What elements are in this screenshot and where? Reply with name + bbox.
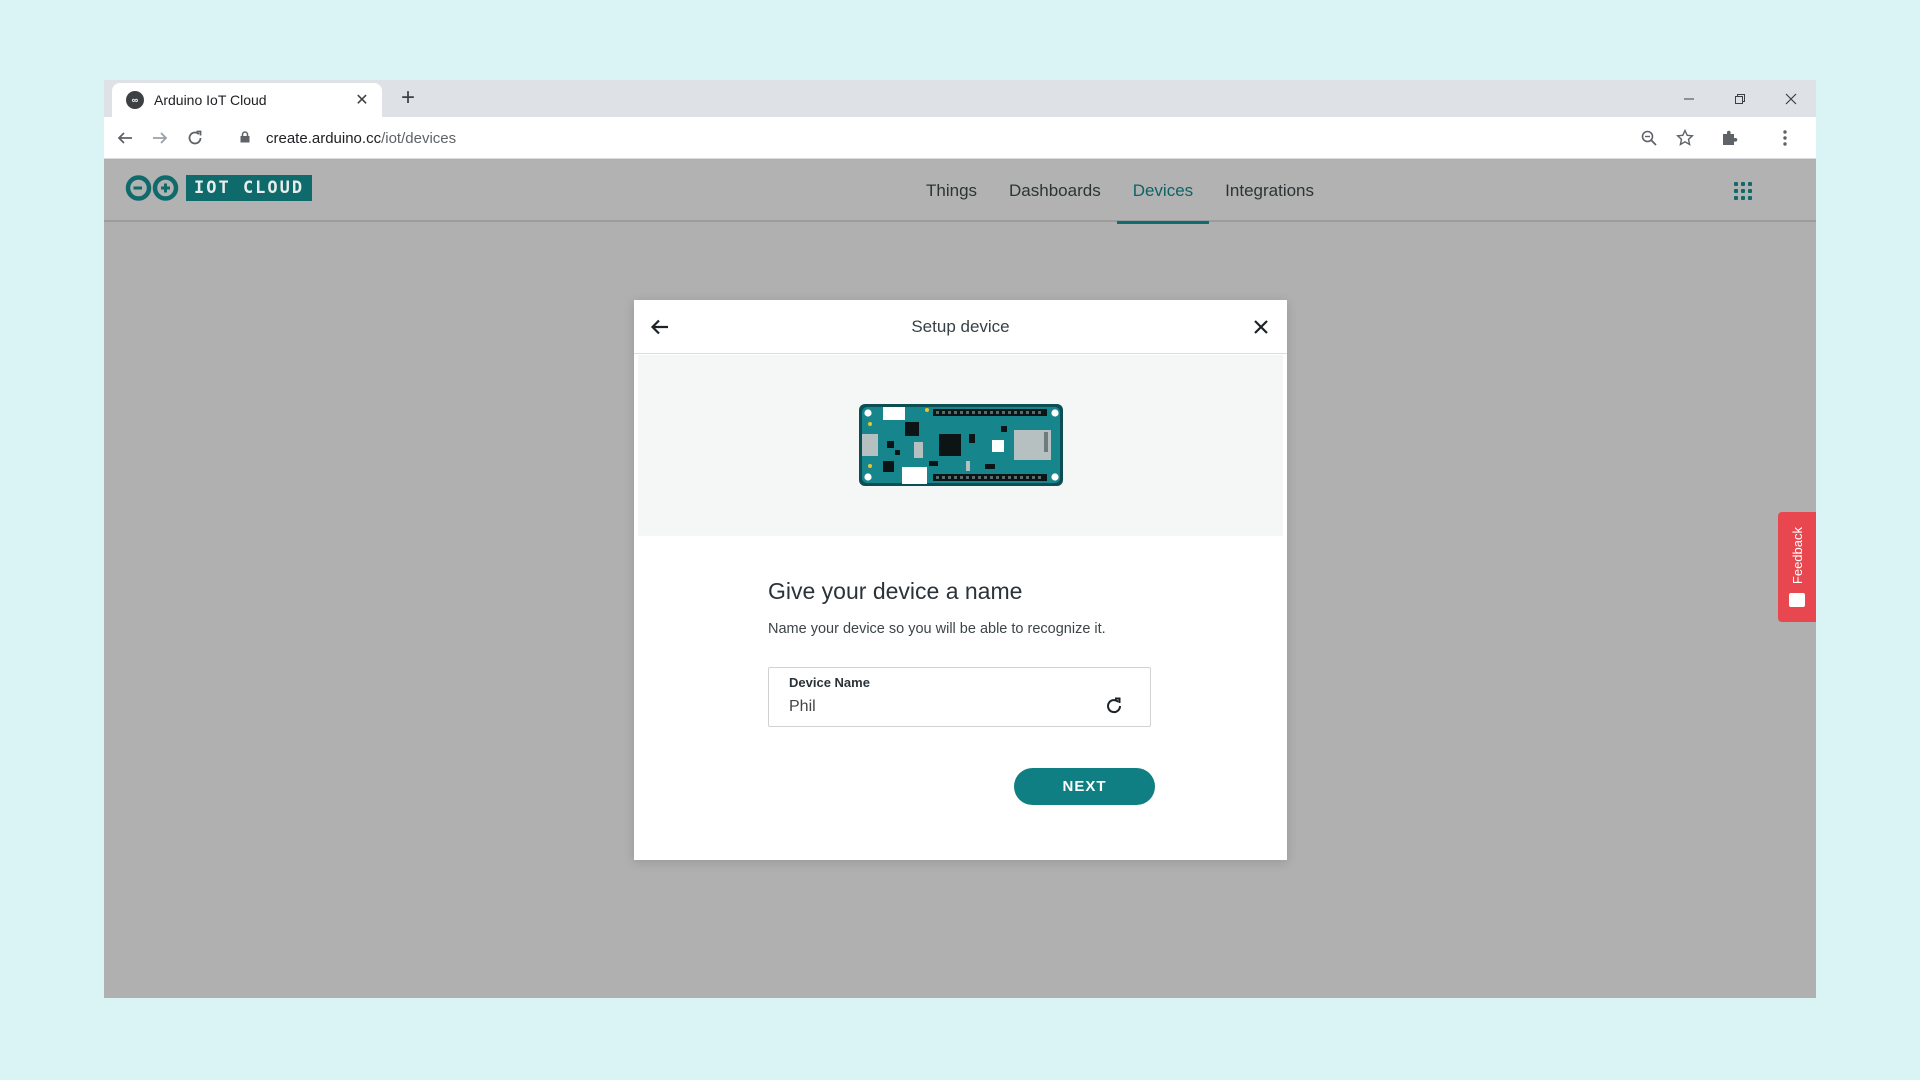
feedback-label: Feedback xyxy=(1789,527,1805,585)
refresh-icon[interactable] xyxy=(1104,696,1124,716)
back-arrow-icon[interactable] xyxy=(110,123,140,153)
modal-description: Name your device so you will be able to … xyxy=(768,621,1106,637)
nav-things[interactable]: Things xyxy=(910,160,993,222)
forward-arrow-icon[interactable] xyxy=(145,123,175,153)
browser-toolbar: create.arduino.cc/iot/devices xyxy=(104,117,1816,159)
tab-close-icon[interactable]: ✕ xyxy=(352,90,372,110)
window-controls xyxy=(1663,80,1816,117)
reload-icon[interactable] xyxy=(180,123,210,153)
tab-title: Arduino IoT Cloud xyxy=(154,92,267,108)
close-icon[interactable] xyxy=(1247,313,1275,341)
setup-device-modal: Setup device Give your device a name Nam… xyxy=(634,300,1287,860)
logo-text: IOT CLOUD xyxy=(186,175,313,201)
modal-heading: Give your device a name xyxy=(768,578,1023,604)
modal-header: Setup device xyxy=(634,300,1287,354)
tab-strip: ∞ Arduino IoT Cloud ✕ + xyxy=(104,80,1816,117)
menu-kebab-icon[interactable] xyxy=(1770,123,1800,153)
feedback-icon xyxy=(1789,592,1805,607)
device-name-field[interactable]: Device Name xyxy=(768,667,1151,727)
restore-icon[interactable] xyxy=(1714,80,1765,117)
url-domain: create.arduino.cc xyxy=(266,129,382,147)
device-name-label: Device Name xyxy=(789,675,870,690)
browser-tab[interactable]: ∞ Arduino IoT Cloud ✕ xyxy=(112,83,382,117)
close-icon[interactable] xyxy=(1765,80,1816,117)
main-nav: Things Dashboards Devices Integrations xyxy=(910,160,1330,224)
modal-title: Setup device xyxy=(911,317,1010,336)
feedback-tab[interactable]: Feedback xyxy=(1778,512,1816,622)
minimize-icon[interactable] xyxy=(1663,80,1714,117)
browser-window: ∞ Arduino IoT Cloud ✕ + create.arduino.c… xyxy=(104,80,1816,998)
iot-cloud-logo[interactable]: IOT CLOUD xyxy=(124,174,313,202)
app-header: IOT CLOUD Things Dashboards Devices Inte… xyxy=(104,160,1816,224)
device-name-input[interactable] xyxy=(789,696,1089,718)
arduino-favicon-icon: ∞ xyxy=(126,91,144,109)
zoom-icon[interactable] xyxy=(1634,123,1664,153)
apps-grid-icon[interactable] xyxy=(1734,182,1752,200)
next-button[interactable]: NEXT xyxy=(1014,768,1155,805)
nav-integrations[interactable]: Integrations xyxy=(1209,160,1330,222)
nav-devices[interactable]: Devices xyxy=(1116,160,1210,224)
bookmark-star-icon[interactable] xyxy=(1670,123,1700,153)
board-preview xyxy=(638,355,1283,536)
new-tab-button[interactable]: + xyxy=(394,85,422,113)
extensions-puzzle-icon[interactable] xyxy=(1714,123,1744,153)
url-path: /iot/devices xyxy=(381,129,457,147)
arduino-board-image xyxy=(859,404,1063,486)
url-text: create.arduino.cc/iot/devices xyxy=(266,130,456,147)
nav-dashboards[interactable]: Dashboards xyxy=(993,160,1117,222)
lock-icon xyxy=(240,130,256,146)
arduino-infinity-icon xyxy=(125,175,179,201)
address-bar[interactable]: create.arduino.cc/iot/devices xyxy=(226,121,1716,155)
